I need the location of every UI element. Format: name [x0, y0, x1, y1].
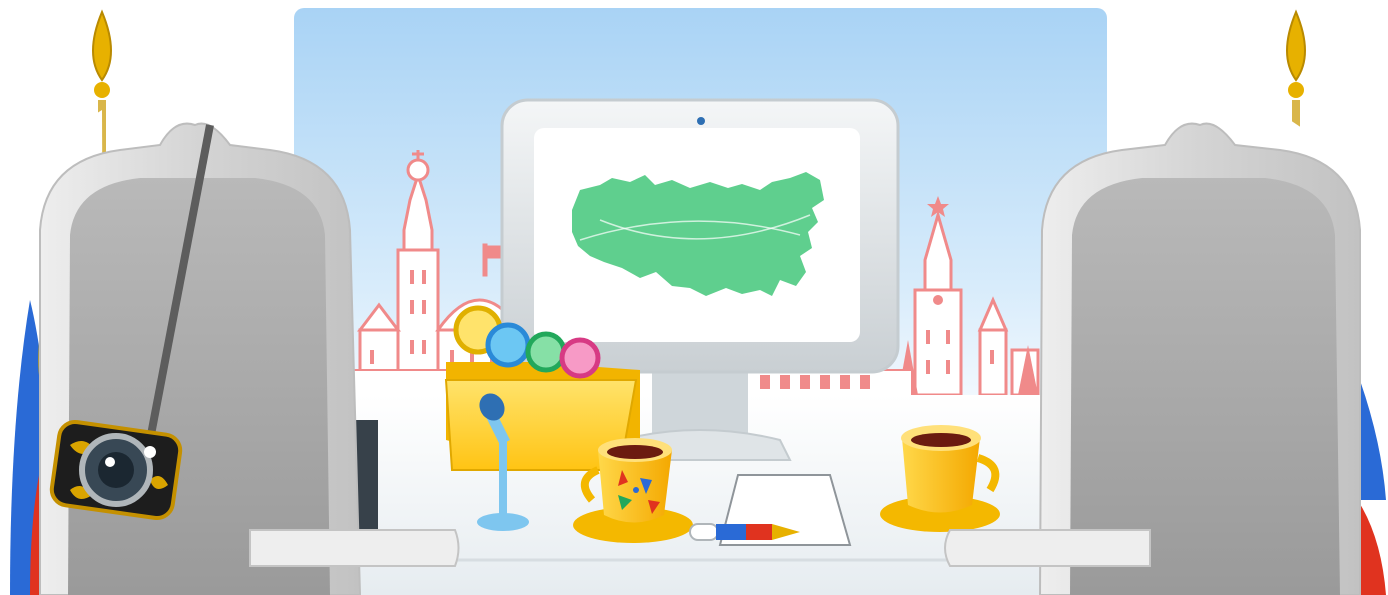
- webcam-icon: [697, 117, 705, 125]
- summit-illustration: [10, 8, 1386, 595]
